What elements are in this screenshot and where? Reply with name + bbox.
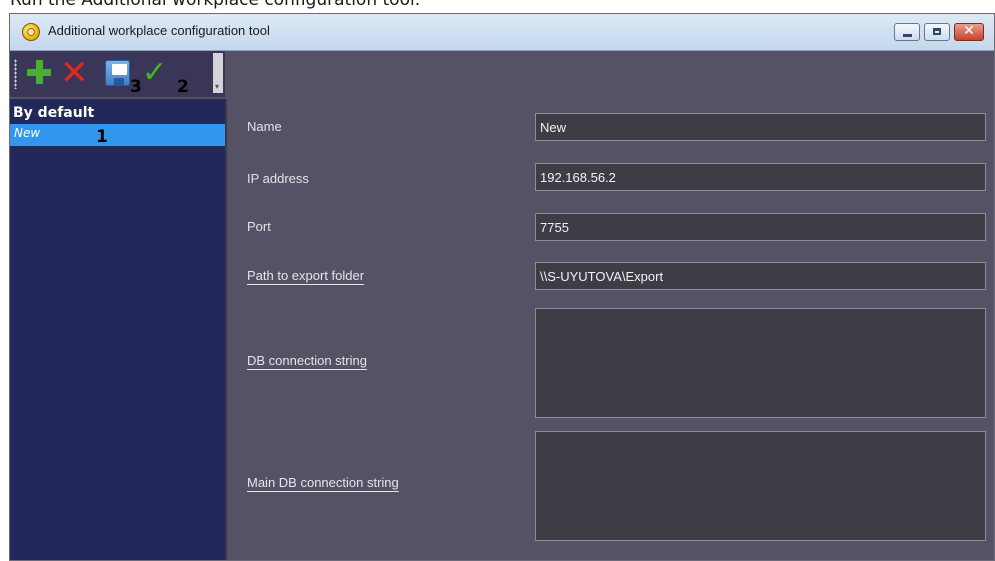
close-icon: ✕ <box>963 23 975 39</box>
caption-text: Run the Additional workplace configurati… <box>10 0 421 10</box>
delete-button[interactable]: ✕ <box>60 53 92 93</box>
export-folder-link[interactable]: Path to export folder <box>247 268 364 283</box>
toolbar-grip-icon[interactable] <box>14 59 17 89</box>
window-controls: ✕ <box>894 23 984 41</box>
toolbar: ✕ 3 ✓ 2 <box>10 51 225 97</box>
ip-address-field[interactable] <box>535 163 986 191</box>
name-field[interactable] <box>535 113 986 141</box>
annotation-badge-3: 3 <box>130 77 142 97</box>
window-title: Additional workplace configuration tool <box>48 23 270 38</box>
add-button[interactable] <box>24 57 56 89</box>
main-db-connection-field[interactable] <box>535 431 986 541</box>
port-field[interactable] <box>535 213 986 241</box>
list-item-label: New <box>14 126 41 140</box>
annotation-badge-2: 2 <box>177 77 189 97</box>
annotation-badge-1: 1 <box>96 127 108 147</box>
title-bar[interactable]: Additional workplace configuration tool … <box>10 14 994 51</box>
export-folder-field[interactable] <box>535 262 986 290</box>
maximize-icon <box>933 28 941 35</box>
close-button[interactable]: ✕ <box>954 23 984 41</box>
delete-icon: ✕ <box>60 53 89 93</box>
main-db-connection-link[interactable]: Main DB connection string <box>247 475 399 490</box>
app-window: Additional workplace configuration tool … <box>9 13 995 561</box>
check-icon: ✓ <box>142 55 168 90</box>
db-connection-link[interactable]: DB connection string <box>247 353 367 368</box>
ip-address-label: IP address <box>247 171 309 186</box>
port-label: Port <box>247 219 271 234</box>
list-header[interactable]: By default <box>13 105 94 121</box>
maximize-button[interactable] <box>924 23 950 41</box>
list-item[interactable]: New 1 <box>10 124 225 147</box>
toolbar-overflow-button[interactable] <box>213 53 223 93</box>
save-icon <box>105 60 130 86</box>
db-connection-field[interactable] <box>535 308 986 418</box>
minimize-icon <box>903 34 912 37</box>
apply-button[interactable]: ✓ <box>142 55 174 90</box>
settings-panel: Name IP address Port Path to export fold… <box>227 51 994 560</box>
minimize-button[interactable] <box>894 23 920 41</box>
name-label: Name <box>247 119 282 134</box>
app-gear-icon <box>22 23 40 41</box>
workplace-list: By default New 1 <box>10 99 227 560</box>
